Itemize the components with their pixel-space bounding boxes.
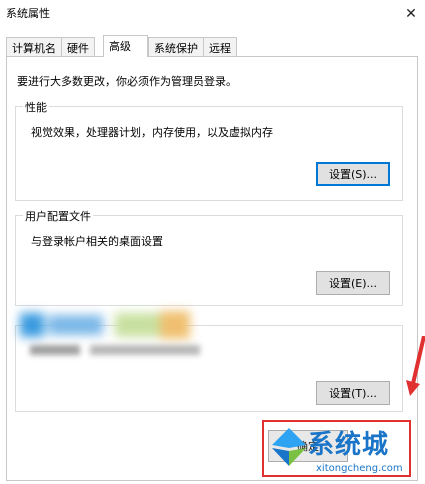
tab-label: 远程 bbox=[209, 42, 231, 55]
performance-group: 性能 视觉效果，处理器计划，内存使用，以及虚拟内存 设置(S)... bbox=[15, 99, 403, 201]
watermark: 系统城 xitongcheng.com bbox=[262, 420, 422, 482]
user-profiles-title: 用户配置文件 bbox=[23, 208, 93, 224]
red-arrow-annotation bbox=[406, 336, 425, 396]
user-profiles-group: 用户配置文件 与登录帐户相关的桌面设置 设置(E)... bbox=[15, 208, 403, 306]
watermark-logo-icon bbox=[272, 428, 306, 466]
tab-hardware[interactable]: 硬件 bbox=[61, 37, 95, 56]
startup-recovery-settings-button[interactable]: 设置(T)... bbox=[316, 381, 390, 405]
close-icon: ✕ bbox=[405, 6, 417, 22]
performance-title: 性能 bbox=[23, 99, 49, 115]
user-profiles-settings-button[interactable]: 设置(E)... bbox=[316, 271, 390, 295]
close-button[interactable]: ✕ bbox=[397, 0, 425, 28]
window-title: 系统属性 bbox=[6, 7, 50, 20]
tab-strip: 计算机名 硬件 高级 系统保护 远程 bbox=[6, 35, 418, 57]
tab-remote[interactable]: 远程 bbox=[203, 37, 237, 56]
watermark-brand: 系统城 bbox=[308, 430, 390, 460]
admin-notice: 要进行大多数更改，你必须作为管理员登录。 bbox=[17, 75, 237, 88]
tab-label: 高级 bbox=[109, 40, 131, 53]
tab-label: 系统保护 bbox=[154, 42, 198, 55]
watermark-url: xitongcheng.com bbox=[316, 463, 403, 474]
tab-label: 硬件 bbox=[67, 42, 89, 55]
user-profiles-description: 与登录帐户相关的桌面设置 bbox=[31, 235, 163, 248]
tab-system-protection[interactable]: 系统保护 bbox=[148, 37, 204, 56]
performance-description: 视觉效果，处理器计划，内存使用，以及虚拟内存 bbox=[31, 126, 273, 139]
tab-computer-name[interactable]: 计算机名 bbox=[6, 37, 62, 56]
blurred-description-text bbox=[30, 345, 200, 355]
performance-settings-button[interactable]: 设置(S)... bbox=[316, 162, 390, 186]
tab-advanced[interactable]: 高级 bbox=[103, 35, 148, 57]
blurred-watermark-logo bbox=[20, 311, 190, 339]
tab-label: 计算机名 bbox=[12, 42, 56, 55]
title-bar: 系统属性 ✕ bbox=[0, 0, 425, 28]
